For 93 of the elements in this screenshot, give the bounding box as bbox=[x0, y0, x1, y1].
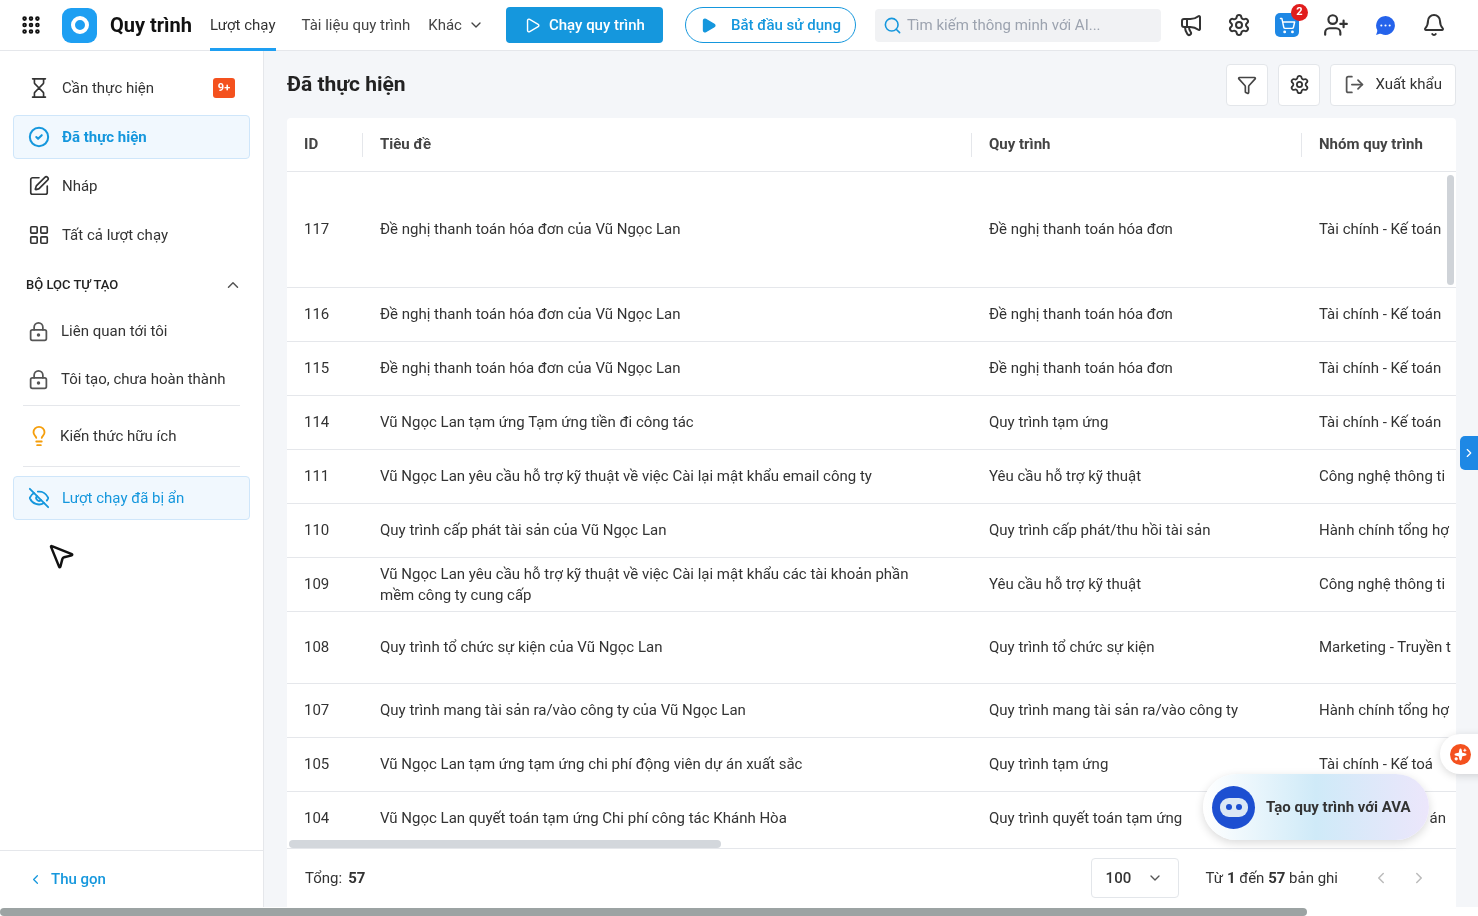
robot-icon bbox=[1212, 785, 1255, 829]
column-header[interactable]: Nhóm quy trình bbox=[1319, 133, 1423, 156]
table-cell: Vũ Ngọc Lan tạm ứng tạm ứng chi phí động viên dự án xuất sắc bbox=[380, 754, 803, 775]
cart-icon[interactable] bbox=[1275, 13, 1299, 37]
table-cell-text: 117 bbox=[304, 219, 330, 241]
table-cell: Đề nghị thanh toán hóa đơn của Vũ Ngọc Lan bbox=[380, 304, 681, 325]
total-label: Tổng: bbox=[305, 867, 343, 889]
table-cell-text: Hành chính tổng hợ bbox=[1319, 700, 1449, 722]
table-cell-text: Đề nghị thanh toán hóa đơn bbox=[989, 304, 1173, 326]
sidebar-item[interactable]: Cần thực hiện 9+ bbox=[13, 66, 250, 110]
filter-button[interactable] bbox=[1226, 63, 1269, 106]
filter-item[interactable]: Tôi tạo, chưa hoàn thành bbox=[13, 357, 250, 401]
nav-tab[interactable]: Tài liệu quy trình bbox=[301, 0, 411, 51]
export-button[interactable]: Xuất khẩu bbox=[1330, 63, 1456, 106]
table-cell: Vũ Ngọc Lan tạm ứng Tạm ứng tiền đi công tác bbox=[380, 412, 694, 433]
edit-icon bbox=[28, 175, 50, 197]
table-cell-text: 105 bbox=[304, 754, 330, 776]
table-cell-text: 107 bbox=[304, 700, 330, 722]
vertical-scrollbar[interactable] bbox=[1447, 175, 1454, 285]
table-cell: Vũ Ngọc Lan quyết toán tạm ứng Chi phí công tác Khánh Hòa bbox=[380, 808, 787, 829]
table-cell-text: Marketing - Truyền t bbox=[1319, 637, 1451, 659]
table-cell-text: 111 bbox=[304, 466, 330, 488]
count-badge: 9+ bbox=[213, 78, 235, 98]
megaphone-icon[interactable] bbox=[1179, 13, 1203, 37]
table-cell-text: Tài chính - Kế toán bbox=[1319, 412, 1442, 434]
lock-icon bbox=[28, 320, 49, 342]
ava-button[interactable]: Tạo quy trình với AVA bbox=[1203, 774, 1429, 840]
table-cell-text: Yêu cầu hỗ trợ kỹ thuật bbox=[989, 466, 1142, 488]
page-size-select[interactable]: 100 bbox=[1090, 858, 1179, 898]
table-cell-text: 116 bbox=[304, 304, 330, 326]
table-cell-text: Tài chính - Kế toán bbox=[1319, 358, 1442, 380]
sidebar-item[interactable]: Tất cả lượt chạy bbox=[13, 213, 250, 257]
table-cell: Quy trình cấp phát tài sản của Vũ Ngọc Lan bbox=[380, 520, 667, 541]
settings-button[interactable] bbox=[1278, 63, 1321, 106]
table-cell-text: 115 bbox=[304, 358, 330, 380]
record-range: Từ 1 đến 57 bản ghi bbox=[1205, 867, 1338, 889]
table-cell: Vũ Ngọc Lan yêu cầu hỗ trợ kỹ thuật về việc Cài lại mật khẩu email công ty bbox=[380, 466, 872, 487]
table-cell-text: Quy trình tạm ứng bbox=[989, 412, 1109, 434]
table-cell-text: Đề nghị thanh toán hóa đơn bbox=[989, 358, 1173, 380]
table-cell-text: Vũ Ngọc Lan yêu cầu hỗ trợ kỹ thuật về việc Cài lại mật khẩu các tài khoản phần mềm công ty cung cấp bbox=[380, 563, 910, 606]
settings-icon bbox=[1288, 74, 1310, 95]
table-cell-text: Quy trình mang tài sản ra/vào công ty bbox=[989, 700, 1239, 722]
apps-icon[interactable] bbox=[20, 14, 42, 36]
add-user-icon[interactable] bbox=[1323, 12, 1349, 38]
lock-icon bbox=[28, 368, 49, 390]
search-field[interactable]: Tìm kiếm thông minh với AI... bbox=[874, 8, 1161, 42]
sparkle-button[interactable] bbox=[1440, 734, 1478, 774]
table-cell: Quy trình tổ chức sự kiện của Vũ Ngọc Lan bbox=[380, 637, 663, 658]
table-cell-text: Hành chính tổng hợ bbox=[1319, 520, 1449, 542]
table-cell-text: Công nghệ thông ti bbox=[1319, 466, 1446, 488]
filter-section-header[interactable]: BỘ LỌC TỰ TẠO bbox=[13, 265, 250, 305]
filter-icon bbox=[1237, 74, 1258, 95]
bell-icon[interactable] bbox=[1422, 13, 1446, 37]
app-title: Quy trình bbox=[110, 12, 192, 39]
table-cell: Đề nghị thanh toán hóa đơn của Vũ Ngọc Lan bbox=[380, 358, 681, 379]
column-header[interactable]: Tiêu đề bbox=[380, 133, 432, 156]
side-panel-toggle[interactable] bbox=[1460, 436, 1478, 470]
total-count: 57 bbox=[348, 867, 366, 889]
table-cell-text: Tài chính - Kế toán bbox=[1319, 304, 1442, 326]
page-title: Đã thực hiện bbox=[287, 70, 406, 98]
sparkle-icon bbox=[1450, 743, 1471, 765]
export-icon bbox=[1344, 74, 1366, 95]
column-header[interactable]: ID bbox=[304, 133, 319, 156]
table-cell-text: 104 bbox=[304, 808, 330, 830]
table-cell-text: Đề nghị thanh toán hóa đơn bbox=[989, 219, 1173, 241]
table-cell: Đề nghị thanh toán hóa đơn của Vũ Ngọc Lan bbox=[380, 219, 681, 240]
knowledge-link[interactable]: Kiến thức hữu ích bbox=[13, 406, 250, 466]
table-cell-text: Công nghệ thông ti bbox=[1319, 574, 1446, 596]
more-menu[interactable]: Khác bbox=[428, 13, 484, 37]
sidebar-item[interactable]: Nháp bbox=[13, 164, 250, 208]
table-cell-text: Quy trình cấp phát/thu hồi tài sản bbox=[989, 520, 1211, 542]
table-cell-text: Quy trình quyết toán tạm ứng bbox=[989, 808, 1183, 830]
table-cell-text: 114 bbox=[304, 412, 330, 434]
page-scrollbar[interactable] bbox=[0, 907, 1307, 916]
table-cell: Quy trình mang tài sản ra/vào công ty của Vũ Ngọc Lan bbox=[380, 700, 746, 721]
filter-item[interactable]: Liên quan tới tôi bbox=[13, 309, 250, 353]
eye-off-icon bbox=[28, 487, 50, 509]
table-cell-text: 108 bbox=[304, 637, 330, 659]
table-cell-text: án bbox=[1429, 808, 1446, 830]
table-cell-text: 110 bbox=[304, 520, 330, 542]
table-cell-text: 109 bbox=[304, 574, 330, 596]
notification-badge: 2 bbox=[1291, 4, 1308, 21]
table-cell-text: Tài chính - Kế toá bbox=[1319, 754, 1433, 776]
grid-icon bbox=[28, 224, 50, 246]
horizontal-scrollbar[interactable] bbox=[289, 839, 721, 848]
table-cell-text: Yêu cầu hỗ trợ kỹ thuật bbox=[989, 574, 1142, 596]
column-header[interactable]: Quy trình bbox=[989, 133, 1051, 156]
table-cell-text: Quy trình tổ chức sự kiện bbox=[989, 637, 1155, 659]
check-icon bbox=[28, 126, 50, 148]
settings-icon[interactable] bbox=[1227, 13, 1251, 37]
app-logo bbox=[62, 7, 97, 43]
table-cell-text: Tài chính - Kế toán bbox=[1319, 219, 1442, 241]
table-cell-text: Quy trình tạm ứng bbox=[989, 754, 1109, 776]
